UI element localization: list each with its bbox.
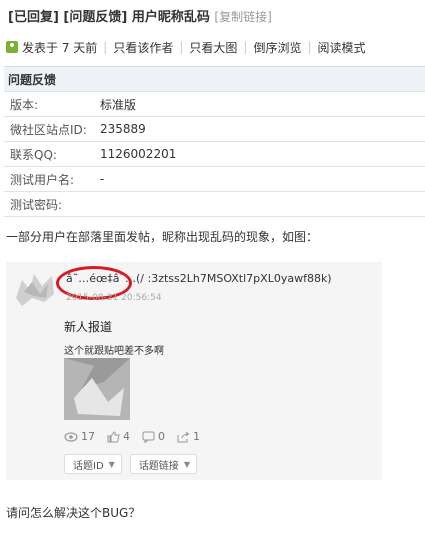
big-image-link[interactable]: 只看大图	[189, 39, 237, 56]
read-mode-link[interactable]: 阅读模式	[318, 39, 366, 56]
row-label: 测试密码:	[4, 191, 96, 217]
divider: |	[307, 40, 312, 54]
feedback-heading-row: 问题反馈	[4, 66, 425, 92]
comments-count: 0	[158, 430, 165, 443]
comment-icon	[142, 431, 155, 443]
views-stat: 17	[64, 430, 95, 443]
comments-stat[interactable]: 0	[142, 430, 165, 443]
thread-title-text: 用户昵称乱码	[131, 10, 210, 25]
tag-label: 话题ID	[73, 460, 104, 472]
copy-link-button[interactable]: [复制链接]	[214, 10, 271, 24]
only-author-link[interactable]: 只看该作者	[113, 39, 173, 56]
type-tag[interactable]: [问题反馈]	[63, 10, 127, 25]
post-title: 新人报道	[64, 320, 113, 334]
shares-stat[interactable]: 1	[177, 430, 200, 443]
follow-up-question: 请问怎么解决这个BUG？	[6, 506, 141, 520]
row-value: 1126002201	[96, 141, 425, 167]
chevron-down-icon: ▼	[183, 459, 190, 469]
likes-stat[interactable]: 4	[107, 430, 130, 443]
table-row: 联系QQ: 1126002201	[4, 141, 425, 167]
row-value	[96, 191, 425, 217]
row-label: 联系QQ:	[4, 141, 96, 167]
post-timestamp: 2015-08-21 20:56:54	[66, 293, 162, 303]
chevron-down-icon: ▼	[108, 459, 115, 469]
table-row: 测试用户名: -	[4, 166, 425, 192]
post-stats: 17 4 0 1	[64, 430, 212, 443]
table-row: 测试密码:	[4, 191, 425, 217]
row-value: -	[96, 166, 425, 192]
divider: |	[103, 40, 108, 54]
topic-id-dropdown[interactable]: 话题ID ▼	[64, 454, 122, 474]
eye-icon	[64, 431, 78, 442]
tag-label: 话题链接	[138, 460, 179, 472]
share-icon	[177, 431, 190, 442]
row-label: 版本:	[4, 91, 96, 117]
status-tag: [已回复]	[8, 10, 59, 25]
row-value: 235889	[96, 116, 425, 142]
post-body: 这个就跟贴吧差不多啊	[64, 346, 164, 357]
thread-toolbar: 发表于 7 天前 | 只看该作者 | 只看大图 | 倒序浏览 | 阅读模式	[6, 38, 422, 56]
topic-link-dropdown[interactable]: 话题链接 ▼	[129, 454, 197, 474]
thumbs-up-icon	[107, 430, 120, 442]
avatar	[16, 274, 54, 306]
divider: |	[179, 40, 184, 54]
post-image	[64, 358, 130, 420]
row-label: 微社区站点ID:	[4, 116, 96, 142]
divider: |	[243, 40, 248, 54]
row-label: 测试用户名:	[4, 166, 96, 192]
embedded-screenshot: â˜…éœ‡â˜…(/ :3ztss2Lh7MSOXtl7pXL0yawf88k…	[6, 262, 382, 480]
feedback-table: 问题反馈 版本: 标准版 微社区站点ID: 235889 联系QQ: 11260…	[4, 66, 425, 217]
shares-count: 1	[193, 430, 200, 443]
likes-count: 4	[123, 430, 130, 443]
thread-title: [已回复] [问题反馈] 用户昵称乱码 [复制链接]	[8, 6, 272, 25]
post-description: 一部分用户在部落里面发帖，昵称出现乱码的现象，如图：	[6, 230, 319, 244]
feedback-heading: 问题反馈	[4, 66, 425, 92]
table-row: 版本: 标准版	[4, 91, 425, 117]
table-row: 微社区站点ID: 235889	[4, 116, 425, 142]
topic-tags: 话题ID ▼ 话题链接 ▼	[64, 454, 205, 474]
row-value: 标准版	[96, 91, 425, 117]
views-count: 17	[81, 430, 95, 443]
posted-time: 发表于 7 天前	[22, 40, 98, 55]
user-icon	[6, 41, 18, 53]
reverse-order-link[interactable]: 倒序浏览	[253, 39, 301, 56]
